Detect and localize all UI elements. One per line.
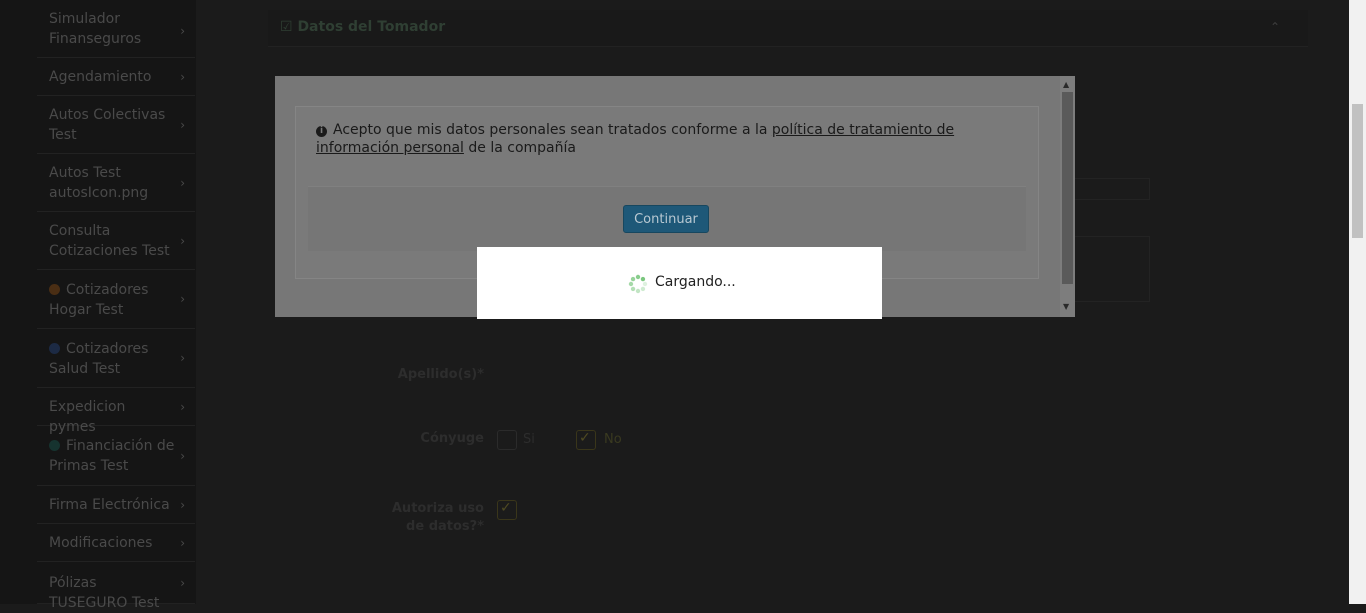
scroll-down-arrow-icon[interactable]: ▼ xyxy=(1063,302,1069,311)
chevron-right-icon: › xyxy=(180,575,185,590)
spinner-dot xyxy=(628,281,634,287)
sidebar-item-label: Modificaciones xyxy=(49,535,153,551)
sidebar-item-label: Financiación de Primas Test xyxy=(49,438,175,474)
panel-header-datos-tomador[interactable]: ☑ Datos del Tomador ⌃ xyxy=(268,10,1308,47)
sidebar-item[interactable]: Modificaciones › xyxy=(37,524,195,562)
sidebar-item[interactable]: Autos Test autosIcon.png › xyxy=(37,154,195,212)
sidebar-item[interactable]: Firma Electrónica › xyxy=(37,486,195,524)
chevron-right-icon: › xyxy=(180,448,185,463)
select-field[interactable] xyxy=(1068,178,1150,200)
edit-check-icon: ☑ xyxy=(280,19,293,35)
spinner-dot xyxy=(635,288,641,294)
autoriza-label: Autoriza uso de datos?* xyxy=(391,501,484,534)
info-icon: i xyxy=(316,126,327,137)
sidebar-item[interactable]: Expedicion pymes › xyxy=(37,388,195,435)
page-scrollbar-thumb[interactable] xyxy=(1352,104,1363,238)
sidebar-item[interactable]: Cotizadores Hogar Test › xyxy=(37,270,195,329)
blue-circle-icon xyxy=(49,342,60,354)
sidebar-item-label: Autos Test autosIcon.png xyxy=(49,165,149,201)
spinner-dot xyxy=(635,274,641,280)
sidebar-item[interactable]: Autos Colectivas Test › xyxy=(37,96,195,154)
spinner-dot xyxy=(642,281,648,287)
sidebar-item[interactable]: Financiación de Primas Test › xyxy=(37,426,195,486)
sidebar-item[interactable]: Cotizadores Salud Test › xyxy=(37,329,195,388)
apellido-label: Apellido(s)* xyxy=(397,367,484,382)
sidebar-item-label: Consulta Cotizaciones Test xyxy=(49,223,170,259)
spinner-dot xyxy=(640,276,646,282)
conyuge-label: Cónyuge xyxy=(420,431,484,446)
spinner-dot xyxy=(640,286,646,292)
sidebar-item-label: Cotizadores Hogar Test xyxy=(49,281,149,318)
chevron-right-icon: › xyxy=(180,351,185,365)
conyuge-no-label: No xyxy=(604,432,622,447)
check-icon: ✓ xyxy=(579,430,591,446)
sidebar-item[interactable]: Simulador Finanseguros › xyxy=(37,4,195,58)
modal-scrollbar[interactable]: ▲ ▼ xyxy=(1060,76,1075,317)
modal-scrollbar-thumb[interactable] xyxy=(1062,92,1073,284)
sidebar-item-label: Agendamiento xyxy=(49,69,152,85)
chevron-right-icon: › xyxy=(180,535,185,550)
chevron-right-icon: › xyxy=(180,23,185,38)
chevron-up-icon[interactable]: ⌃ xyxy=(1270,20,1280,34)
chevron-right-icon: › xyxy=(180,117,185,132)
sidebar-item-label: Autos Colectivas Test xyxy=(49,107,166,143)
continue-button[interactable]: Continuar xyxy=(623,205,709,233)
sidebar-item-label: Firma Electrónica xyxy=(49,497,170,513)
sidebar-item-label: Pólizas TUSEGURO Test xyxy=(49,575,160,611)
sidebar-item[interactable]: Pólizas TUSEGURO Test › xyxy=(37,562,195,611)
page-scrollbar[interactable] xyxy=(1349,0,1366,604)
sidebar-item[interactable]: Agendamiento › xyxy=(37,58,195,96)
sidebar-item-label: Simulador Finanseguros xyxy=(49,11,142,47)
orange-circle-icon xyxy=(49,283,60,295)
chevron-right-icon: › xyxy=(180,69,185,84)
sidebar: Simulador Finanseguros › Agendamiento › Auto… xyxy=(0,0,196,611)
sidebar-item-label: Cotizadores Salud Test xyxy=(49,340,149,377)
chevron-right-icon: › xyxy=(180,175,185,190)
spinner-dot xyxy=(630,286,636,292)
chevron-right-icon: › xyxy=(180,399,185,414)
teal-circle-icon xyxy=(49,440,60,451)
chevron-right-icon: › xyxy=(180,233,185,248)
panel-title: ☑ Datos del Tomador xyxy=(280,19,446,35)
loading-dialog: Cargando... xyxy=(477,247,882,319)
sidebar-item[interactable]: Consulta Cotizaciones Test › xyxy=(37,212,195,270)
chevron-right-icon: › xyxy=(180,292,185,306)
spinner-icon xyxy=(628,274,648,294)
spinner-dot xyxy=(630,276,636,282)
modal-footer: Continuar xyxy=(308,186,1026,251)
loading-text: Cargando... xyxy=(655,274,736,290)
chevron-right-icon: › xyxy=(180,497,185,512)
conyuge-si-radio[interactable] xyxy=(497,430,517,450)
input-field[interactable] xyxy=(1068,236,1150,302)
conyuge-si-label: Si xyxy=(523,432,535,447)
scroll-up-arrow-icon[interactable]: ▲ xyxy=(1063,80,1069,89)
check-icon: ✓ xyxy=(500,500,512,516)
consent-text: i Acepto que mis datos personales sean tr… xyxy=(316,122,955,156)
